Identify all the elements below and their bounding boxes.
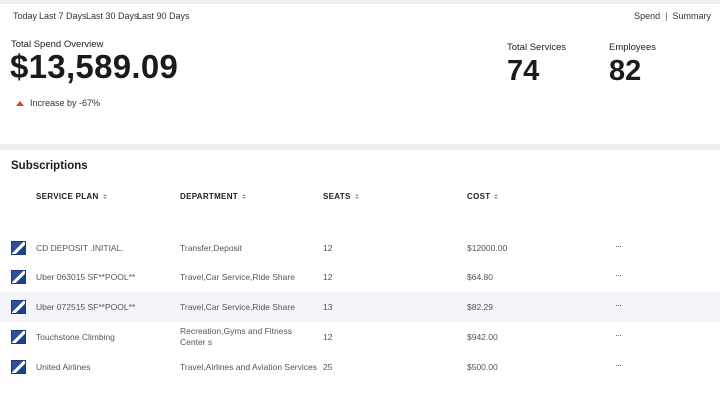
seats-cell: 25	[323, 362, 333, 372]
seats-cell: 12	[323, 332, 333, 342]
bank-logo-icon	[11, 241, 26, 255]
sort-icon[interactable]	[241, 194, 246, 199]
column-header-service-plan[interactable]: SERVICE PLAN	[36, 192, 107, 201]
table-row[interactable]: Uber 063015 SF**POOL** Travel,Car Servic…	[0, 262, 720, 292]
seats-cell: 12	[323, 243, 333, 253]
column-header-seats[interactable]: SEATS	[323, 192, 359, 201]
range-last-90-days[interactable]: Last 90 Days	[137, 11, 190, 21]
bank-logo-icon	[11, 330, 26, 344]
total-services-stat: Total Services 74	[507, 42, 566, 87]
view-switch: Spend | Summary	[634, 11, 711, 21]
spend-trend: Increase by -67%	[16, 98, 100, 108]
cost-cell: $64.80	[467, 272, 493, 282]
cost-cell: $500.00	[467, 362, 498, 372]
table-row[interactable]: CD DEPOSIT .INITIAL. Transfer,Deposit 12…	[0, 233, 720, 263]
total-spend-amount: $13,589.09	[10, 48, 179, 85]
more-options-icon[interactable]: ···	[615, 360, 622, 370]
seats-cell: 13	[323, 302, 333, 312]
service-plan-cell: United Airlines	[36, 362, 91, 372]
trend-text: Increase by -67%	[30, 98, 101, 108]
sort-icon[interactable]	[494, 194, 499, 199]
range-today[interactable]: Today	[13, 11, 37, 21]
cost-cell: $12000.00	[467, 243, 508, 253]
total-services-label: Total Services	[507, 42, 567, 53]
bank-logo-icon	[11, 300, 26, 314]
employees-label: Employees	[609, 42, 656, 53]
range-last-30-days[interactable]: Last 30 Days	[86, 11, 139, 21]
bank-logo-icon	[11, 360, 26, 374]
department-cell: Travel,Airlines and Aviation Services	[180, 362, 318, 372]
range-last-7-days[interactable]: Last 7 Days	[39, 11, 87, 21]
employees-stat: Employees 82	[609, 42, 656, 87]
department-cell: Travel,Car Service,Ride Share	[180, 272, 295, 282]
department-cell: Transfer,Deposit	[180, 243, 243, 253]
view-separator: |	[665, 11, 668, 21]
service-plan-cell: CD DEPOSIT .INITIAL.	[36, 243, 124, 253]
employees-value: 82	[609, 55, 642, 87]
more-options-icon[interactable]: ···	[615, 270, 622, 280]
table-row[interactable]: Uber 072515 SF**POOL** Travel,Car Servic…	[0, 292, 720, 322]
spend-view-link[interactable]: Spend	[634, 11, 660, 21]
service-plan-cell: Uber 063015 SF**POOL**	[36, 272, 136, 282]
more-options-icon[interactable]: ···	[615, 241, 622, 251]
column-label: SEATS	[323, 192, 351, 201]
total-services-value: 74	[507, 55, 540, 87]
table-row[interactable]: United Airlines Travel,Airlines and Avia…	[0, 352, 720, 382]
cost-cell: $942.00	[467, 332, 498, 342]
service-plan-cell: Touchstone Climbing	[36, 332, 115, 342]
department-cell: Travel,Car Service,Ride Share	[180, 302, 295, 312]
cost-cell: $82.29	[467, 302, 493, 312]
date-range-bar: Today Last 7 Days Last 30 Days Last 90 D…	[0, 4, 720, 28]
seats-cell: 12	[323, 272, 333, 282]
more-options-icon[interactable]: ···	[615, 330, 622, 340]
more-options-icon[interactable]: ···	[615, 300, 622, 310]
section-divider	[0, 144, 720, 150]
subscriptions-title: Subscriptions	[11, 160, 88, 172]
summary-view-link[interactable]: Summary	[672, 11, 711, 21]
column-label: DEPARTMENT	[180, 192, 238, 201]
department-cell: Recreation,Gyms and Fitness Center s	[180, 326, 292, 347]
column-header-department[interactable]: DEPARTMENT	[180, 192, 246, 201]
sort-icon[interactable]	[102, 194, 107, 199]
service-plan-cell: Uber 072515 SF**POOL**	[36, 302, 136, 312]
sort-icon[interactable]	[354, 194, 359, 199]
column-header-cost[interactable]: COST	[467, 192, 499, 201]
column-label: SERVICE PLAN	[36, 192, 99, 201]
bank-logo-icon	[11, 270, 26, 284]
trend-up-icon	[16, 100, 24, 106]
column-label: COST	[467, 192, 491, 201]
table-row[interactable]: Touchstone Climbing Recreation,Gyms and …	[0, 322, 720, 352]
